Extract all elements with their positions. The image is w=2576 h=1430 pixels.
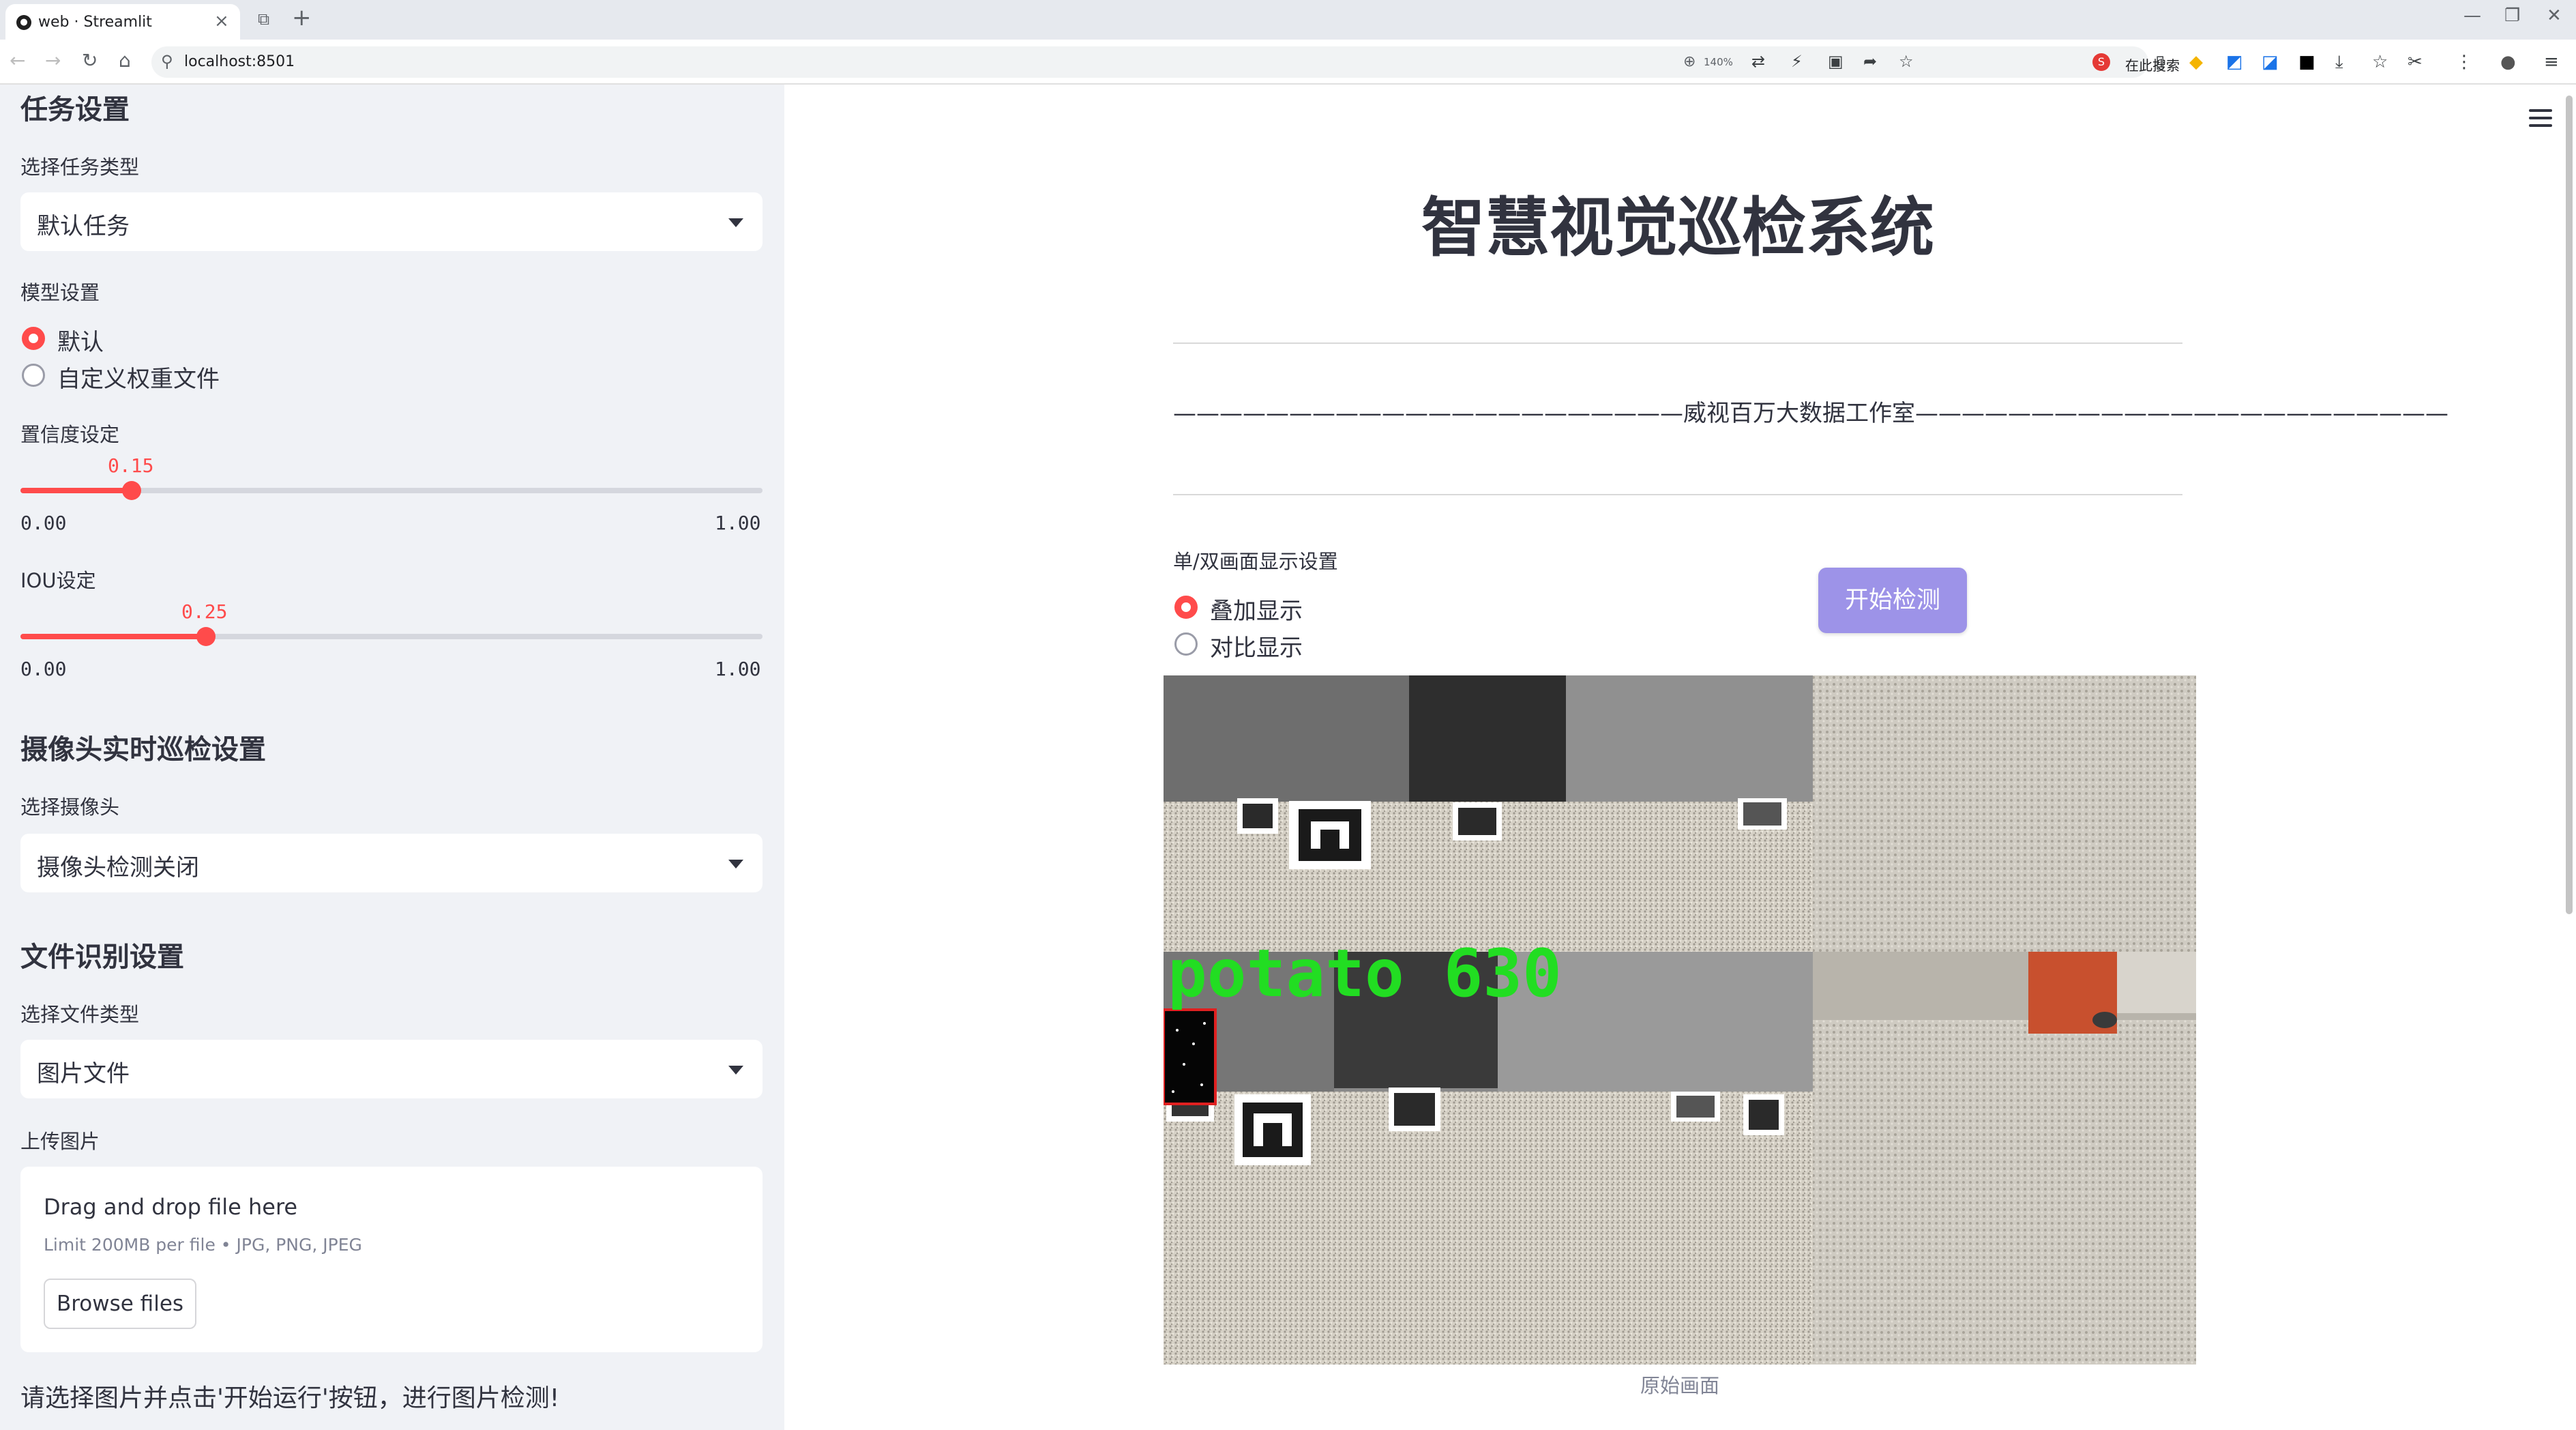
tab-close-icon[interactable]: × — [214, 11, 229, 31]
detection-image-canvas: potato 630 — [1164, 675, 2196, 1365]
minimize-icon[interactable]: — — [2463, 5, 2481, 26]
browser-menu-icon[interactable]: ≡ — [2544, 52, 2559, 72]
search-box-text: 在此搜索 — [2125, 57, 2180, 74]
page-subtitle: ——————————————————————威视百万大数据工作室————————… — [1173, 400, 2448, 427]
divider — [1173, 342, 2182, 344]
camera-select-label: 选择摄像头 — [20, 796, 120, 819]
iou-min: 0.00 — [20, 658, 67, 680]
start-detection-button[interactable]: 开始检测 — [1818, 568, 1967, 633]
confidence-max: 1.00 — [715, 512, 761, 534]
more-icon[interactable]: ⋮ — [2455, 52, 2473, 72]
back-icon[interactable]: ← — [10, 49, 25, 72]
translate-icon[interactable]: ⇄ — [1751, 52, 1765, 71]
iou-max: 1.00 — [715, 658, 761, 680]
iou-slider-fill — [20, 634, 206, 639]
image-caption: 原始画面 — [1640, 1374, 1719, 1397]
display-radio-overlay[interactable] — [1174, 596, 1198, 619]
download-icon[interactable]: ⤓ — [2335, 52, 2343, 73]
forward-icon[interactable]: → — [45, 49, 61, 72]
dropzone-limit: Limit 200MB per file • JPG, PNG, JPEG — [44, 1235, 362, 1255]
confidence-value: 0.15 — [108, 454, 154, 477]
model-option-default[interactable]: 默认 — [57, 323, 104, 357]
home-icon[interactable]: ⌂ — [119, 49, 131, 72]
phone-icon[interactable]: ▯ — [2155, 52, 2165, 72]
confidence-label: 置信度设定 — [20, 423, 120, 446]
cut-icon[interactable]: ✂ — [2408, 52, 2423, 72]
detection-label: potato 630 — [1168, 935, 1562, 1012]
tab-title: web · Streamlit — [38, 14, 152, 31]
zoom-icon[interactable]: ⊕ — [1683, 53, 1696, 70]
confidence-slider[interactable] — [20, 481, 763, 500]
address-bar[interactable]: ⚲ localhost:8501 ⊕ 140% ⇄ ⚡ ▣ ➦ ☆ S 在此搜索 — [151, 46, 2180, 78]
camera-select[interactable]: 摄像头检测关闭 — [20, 834, 763, 892]
browse-files-button[interactable]: Browse files — [44, 1279, 196, 1329]
file-type-label: 选择文件类型 — [20, 1003, 140, 1026]
task-type-value: 默认任务 — [37, 213, 130, 240]
confidence-slider-thumb[interactable] — [122, 481, 141, 500]
iou-slider[interactable] — [20, 627, 763, 646]
task-type-label: 选择任务类型 — [20, 156, 140, 179]
browser-tab[interactable]: ● web · Streamlit × — [5, 4, 240, 40]
task-type-select[interactable]: 默认任务 — [20, 192, 763, 251]
bookmark-star-icon[interactable]: ☆ — [1899, 52, 1914, 71]
display-radio-compare[interactable] — [1174, 632, 1198, 656]
search-icon: ⚲ — [161, 52, 173, 71]
streamlit-favicon-icon: ● — [16, 15, 31, 30]
camera-settings-header: 摄像头实时巡检设置 — [20, 734, 266, 765]
model-radio-custom[interactable] — [22, 364, 45, 387]
divider — [1173, 494, 2182, 495]
iou-slider-thumb[interactable] — [196, 627, 216, 646]
file-type-select[interactable]: 图片文件 — [20, 1040, 763, 1098]
display-option-overlay[interactable]: 叠加显示 — [1210, 592, 1303, 626]
confidence-slider-fill — [20, 488, 132, 493]
hamburger-menu-icon[interactable] — [2529, 109, 2552, 132]
dropzone-title: Drag and drop file here — [44, 1194, 298, 1220]
share-icon[interactable]: ➦ — [1863, 52, 1877, 71]
camera-select-value: 摄像头检测关闭 — [37, 854, 199, 881]
model-settings-label: 模型设置 — [20, 281, 100, 304]
task-settings-header: 任务设置 — [20, 94, 130, 126]
browser-tab-bar: ● web · Streamlit × ⧉ + — ❐ ✕ — [0, 0, 2576, 40]
file-dropzone[interactable]: Drag and drop file here Limit 200MB per … — [20, 1167, 763, 1352]
extension-dark-icon[interactable]: ■ — [2298, 52, 2315, 72]
favorites-icon[interactable]: ☆ — [2372, 52, 2388, 72]
page-scrollbar[interactable] — [2566, 96, 2573, 914]
sidebar-instruction: 请选择图片并点击'开始运行'按钮，进行图片检测! — [20, 1384, 560, 1412]
file-settings-header: 文件识别设置 — [20, 942, 184, 973]
extension-translate-icon[interactable]: ◩ — [2226, 52, 2243, 72]
restore-icon[interactable]: ❐ — [2504, 5, 2520, 26]
confidence-min: 0.00 — [20, 512, 67, 534]
chevron-down-icon — [728, 1066, 743, 1075]
iou-label: IOU设定 — [20, 569, 96, 592]
reload-icon[interactable]: ↻ — [82, 49, 98, 72]
upload-label: 上传图片 — [20, 1130, 100, 1153]
model-option-custom[interactable]: 自定义权重文件 — [57, 360, 220, 394]
display-settings-label: 单/双画面显示设置 — [1173, 550, 1338, 573]
lightning-icon[interactable]: ⚡ — [1791, 52, 1803, 71]
detection-image: potato 630 — [1164, 675, 2196, 1365]
dark-door — [1409, 675, 1566, 812]
extension-ai-icon[interactable]: ◆ — [2189, 52, 2203, 72]
search-engine-logo-icon: S — [2092, 53, 2110, 71]
chevron-down-icon — [728, 218, 743, 227]
window-close-icon[interactable]: ✕ — [2547, 5, 2562, 26]
zoom-level: 140% — [1704, 56, 1733, 68]
extension-blue-icon[interactable]: ◪ — [2262, 52, 2279, 72]
iou-value: 0.25 — [181, 600, 228, 623]
model-radio-default[interactable] — [22, 327, 45, 350]
split-view-icon[interactable]: ⧉ — [258, 10, 269, 29]
profile-avatar-icon[interactable]: ● — [2500, 52, 2516, 72]
page-title: 智慧视觉巡检系统 — [1421, 191, 1934, 265]
screenshot-icon[interactable]: ▣ — [1828, 52, 1844, 71]
file-type-value: 图片文件 — [37, 1060, 130, 1088]
detection-bounding-box — [1164, 1008, 1217, 1105]
chevron-down-icon — [728, 860, 743, 869]
browser-toolbar: ← → ↻ ⌂ ⚲ localhost:8501 ⊕ 140% ⇄ ⚡ ▣ ➦ … — [0, 40, 2576, 85]
new-tab-icon[interactable]: + — [292, 4, 312, 31]
display-option-compare[interactable]: 对比显示 — [1210, 629, 1303, 662]
address-url[interactable]: localhost:8501 — [184, 53, 295, 70]
